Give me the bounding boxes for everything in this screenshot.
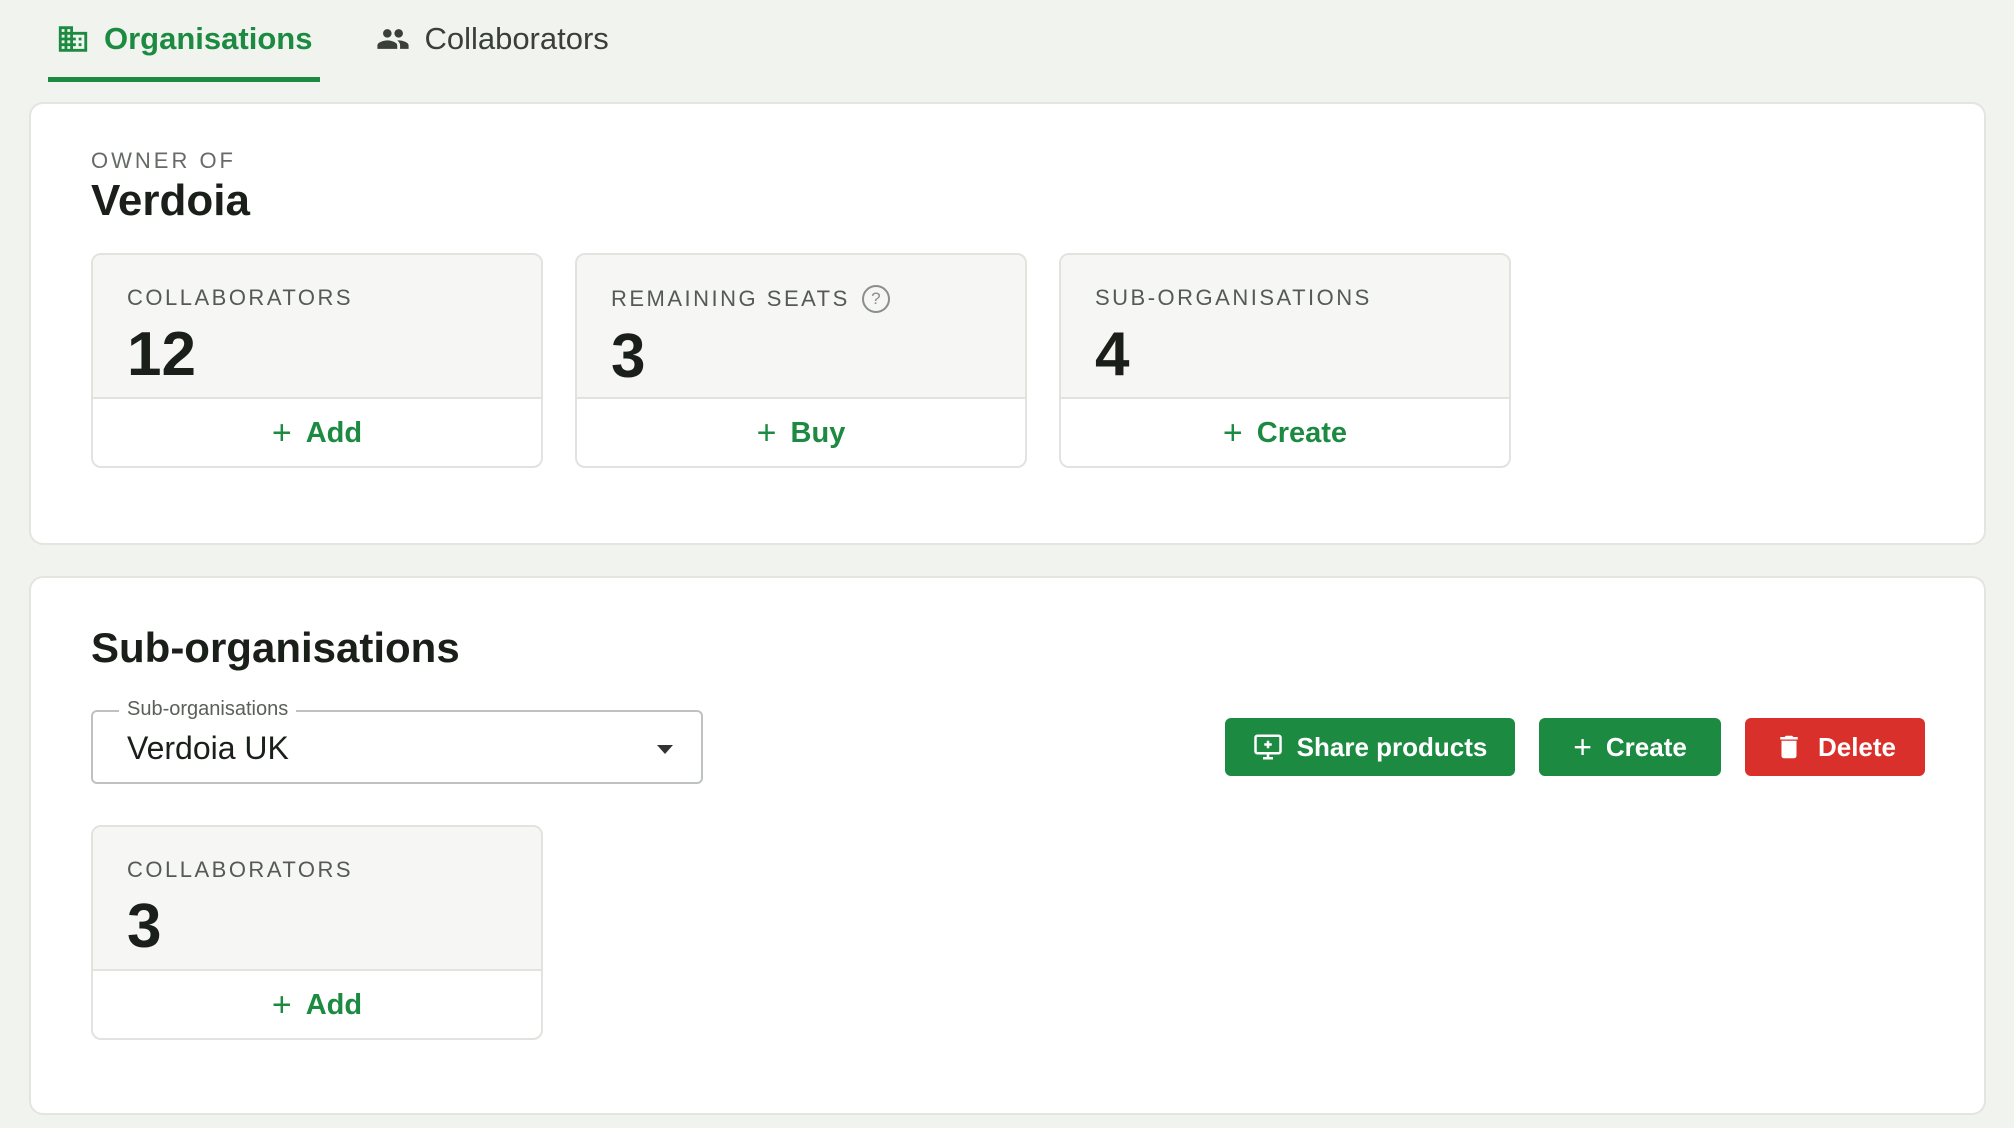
- plus-icon: +: [756, 414, 777, 452]
- plus-icon: +: [1222, 414, 1243, 452]
- help-icon[interactable]: ?: [861, 285, 890, 313]
- tab-bar: Organisations Collaborators: [48, 0, 665, 82]
- add-sub-collaborator-label: Add: [305, 989, 363, 1021]
- add-sub-collaborator-button[interactable]: + Add: [93, 971, 541, 1038]
- chevron-down-icon: [657, 745, 673, 754]
- plus-icon: +: [271, 986, 292, 1024]
- sub-organisation-select[interactable]: Sub-organisations Verdoia UK: [91, 698, 703, 784]
- tab-collaborators[interactable]: Collaborators: [368, 0, 616, 82]
- sub-organisations-card: Sub-organisations Sub-organisations Verd…: [29, 576, 1986, 1115]
- people-icon: [377, 28, 410, 49]
- remaining-seats-stat-card: REMAINING SEATS ? 3 + Buy: [575, 253, 1027, 468]
- stat-value: 3: [127, 892, 162, 961]
- stat-label: REMAINING SEATS ?: [611, 285, 991, 313]
- stat-label: COLLABORATORS: [127, 285, 354, 310]
- owner-card: OWNER OF Verdoia COLLABORATORS 12 + Add …: [29, 102, 1986, 545]
- building-icon: [58, 25, 88, 52]
- collaborators-stat-card: COLLABORATORS 12 + Add: [91, 253, 543, 468]
- delete-button[interactable]: Delete: [1745, 718, 1925, 776]
- owner-eyebrow: OWNER OF: [91, 148, 236, 173]
- tab-organisations-label: Organisations: [104, 20, 313, 56]
- stat-label: SUB-ORGANISATIONS: [1095, 285, 1372, 310]
- trash-icon: [1780, 735, 1798, 759]
- tab-organisations[interactable]: Organisations: [48, 0, 321, 82]
- create-sub-organisation-button[interactable]: + Create: [1061, 399, 1509, 466]
- section-title: Sub-organisations: [91, 624, 460, 671]
- stat-label: COLLABORATORS: [127, 857, 354, 882]
- tab-collaborators-label: Collaborators: [424, 20, 609, 56]
- sub-organisations-stat-card: SUB-ORGANISATIONS 4 + Create: [1059, 253, 1511, 468]
- stat-value: 4: [1095, 320, 1130, 389]
- stat-value: 12: [127, 320, 196, 389]
- share-screen-icon: [1253, 734, 1282, 760]
- create-button[interactable]: + Create: [1539, 718, 1721, 776]
- sub-collaborators-stat-card: COLLABORATORS 3 + Add: [91, 825, 543, 1040]
- add-collaborator-label: Add: [305, 417, 363, 449]
- add-collaborator-button[interactable]: + Add: [93, 399, 541, 466]
- buy-seats-label: Buy: [790, 417, 846, 449]
- select-value: Verdoia UK: [127, 730, 289, 766]
- create-label: Create: [1605, 731, 1687, 762]
- delete-label: Delete: [1817, 731, 1897, 762]
- buy-seats-button[interactable]: + Buy: [577, 399, 1025, 466]
- stat-value: 3: [611, 322, 646, 391]
- organisation-name: Verdoia: [91, 176, 250, 225]
- share-products-button[interactable]: Share products: [1225, 718, 1515, 776]
- plus-icon: +: [1573, 728, 1592, 765]
- plus-icon: +: [271, 414, 292, 452]
- select-legend: Sub-organisations: [119, 698, 297, 721]
- create-sub-organisation-label: Create: [1256, 417, 1348, 449]
- share-products-label: Share products: [1296, 731, 1488, 762]
